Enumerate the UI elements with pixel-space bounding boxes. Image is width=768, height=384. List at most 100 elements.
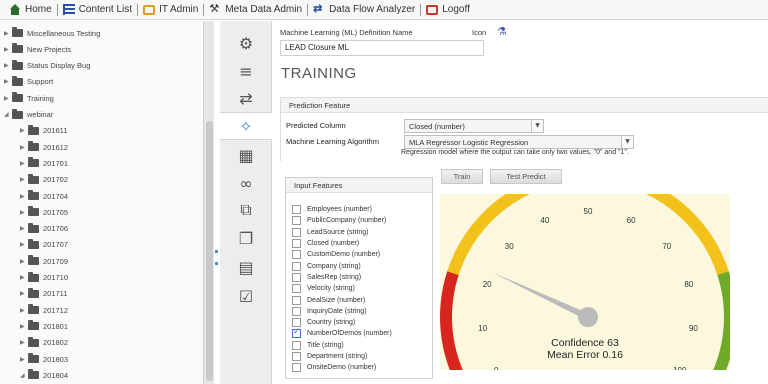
hierarchy-icon[interactable]: ⧉ <box>220 196 272 224</box>
settings-gears-icon[interactable]: ⚙ <box>220 29 272 57</box>
list-settings-icon[interactable]: ≡ <box>220 57 272 85</box>
tree-item[interactable]: ▶ 201711 <box>20 287 67 301</box>
collapsed-triangle-icon[interactable]: ▶ <box>20 290 28 297</box>
collapsed-triangle-icon[interactable]: ▶ <box>20 225 28 232</box>
flask-icon[interactable]: ⚗ <box>497 25 507 38</box>
collapsed-triangle-icon[interactable]: ▶ <box>20 307 28 314</box>
collapsed-triangle-icon[interactable]: ▶ <box>20 258 28 265</box>
tree-item[interactable]: ▶ New Projects <box>4 42 71 56</box>
feature-checkbox[interactable] <box>292 352 301 361</box>
tree-item[interactable]: ▶ 201612 <box>20 140 68 154</box>
input-feature-item[interactable]: Closed (number) <box>292 238 432 249</box>
input-feature-item[interactable]: CustomDemo (number) <box>292 249 432 260</box>
feature-checkbox[interactable] <box>292 363 301 373</box>
collapsed-triangle-icon[interactable]: ▶ <box>20 323 28 330</box>
transfer-arrows-icon[interactable]: ⇄ <box>220 84 272 112</box>
input-feature-item[interactable]: Employees (number) <box>292 204 432 215</box>
feature-checkbox[interactable] <box>292 216 301 226</box>
feature-checkbox[interactable] <box>292 318 301 328</box>
collapsed-triangle-icon[interactable]: ▶ <box>4 95 12 102</box>
input-feature-item[interactable]: PublicCompany (number) <box>292 215 432 226</box>
tree-item[interactable]: ▶ Training <box>4 91 54 105</box>
tree-item[interactable]: ▶ 201701 <box>20 156 68 170</box>
ml-algorithm-select[interactable]: MLA Regressor Logistic Regression ▼ <box>404 135 634 149</box>
test-predict-button[interactable]: Test Predict <box>490 169 562 184</box>
document-edit-icon[interactable]: ▤ <box>220 253 272 281</box>
link-icon[interactable]: ∞ <box>220 169 272 197</box>
expanded-triangle-icon[interactable]: ◢ <box>20 372 28 379</box>
collapsed-triangle-icon[interactable]: ▶ <box>20 356 28 363</box>
copy-icon[interactable]: ❐ <box>220 224 272 252</box>
input-feature-item[interactable]: OnsiteDemo (number) <box>292 362 432 373</box>
predicted-column-select[interactable]: Closed (number) ▼ <box>404 119 544 133</box>
input-feature-item[interactable]: Company (string) <box>292 260 432 271</box>
feature-checkbox[interactable] <box>292 250 301 260</box>
tree-item[interactable]: ▶ 201803 <box>20 352 68 366</box>
collapsed-triangle-icon[interactable]: ▶ <box>20 144 28 151</box>
nav-home[interactable]: Home <box>4 0 57 20</box>
input-feature-item[interactable]: InquiryDate (string) <box>292 306 432 317</box>
input-feature-item[interactable]: DealSize (number) <box>292 294 432 305</box>
collapsed-triangle-icon[interactable]: ▶ <box>20 241 28 248</box>
feature-checkbox[interactable] <box>292 261 301 271</box>
collapsed-triangle-icon[interactable]: ▶ <box>20 274 28 281</box>
collapsed-triangle-icon[interactable]: ▶ <box>20 176 28 183</box>
tree-item[interactable]: ▶ 201802 <box>20 336 68 350</box>
tree-item[interactable]: ▶ 201611 <box>20 124 67 138</box>
feature-checkbox[interactable] <box>292 306 301 316</box>
input-feature-item[interactable]: Department (string) <box>292 351 432 362</box>
magic-wand-icon[interactable]: ✧ <box>220 112 272 140</box>
tree-item[interactable]: ▶ 201707 <box>20 238 68 252</box>
definition-name-input[interactable]: LEAD Closure ML <box>280 40 484 56</box>
collapsed-triangle-icon[interactable]: ▶ <box>4 78 12 85</box>
nav-logoff[interactable]: Logoff <box>421 0 475 20</box>
collapsed-triangle-icon[interactable]: ▶ <box>4 30 12 37</box>
feature-checkbox[interactable] <box>292 327 301 339</box>
feature-checkbox[interactable] <box>292 295 301 305</box>
tree-item[interactable]: ▶ Miscellaneous Testing <box>4 26 100 40</box>
nav-meta-data-admin[interactable]: ⚒ Meta Data Admin <box>204 0 307 20</box>
tree-item[interactable]: ▶ 201704 <box>20 189 68 203</box>
tree-item[interactable]: ▶ 201706 <box>20 222 68 236</box>
splitter-handle[interactable] <box>215 250 218 253</box>
calendar-icon[interactable]: ▦ <box>220 141 272 169</box>
collapsed-triangle-icon[interactable]: ▶ <box>20 160 28 167</box>
collapsed-triangle-icon[interactable]: ▶ <box>20 193 28 200</box>
collapsed-triangle-icon[interactable]: ▶ <box>20 339 28 346</box>
nav-content-list[interactable]: Content List <box>58 0 137 20</box>
collapsed-triangle-icon[interactable]: ▶ <box>20 209 28 216</box>
tree-item[interactable]: ▶ 201709 <box>20 254 68 268</box>
input-feature-item[interactable]: LeadSource (string) <box>292 227 432 238</box>
input-feature-item[interactable]: Country (string) <box>292 317 432 328</box>
tree-item[interactable]: ▶ 201705 <box>20 205 68 219</box>
feature-checkbox[interactable] <box>292 340 301 350</box>
tree-item[interactable]: ▶ 201702 <box>20 173 68 187</box>
tree-scrollbar-thumb[interactable] <box>206 121 213 381</box>
input-feature-item[interactable]: Title (string) <box>292 340 432 351</box>
expanded-triangle-icon[interactable]: ◢ <box>4 111 12 118</box>
tree-scrollbar[interactable] <box>203 21 214 384</box>
feature-checkbox[interactable] <box>292 239 301 249</box>
input-feature-item[interactable]: Velocity (string) <box>292 283 432 294</box>
feature-checkbox[interactable] <box>292 205 301 215</box>
collapsed-triangle-icon[interactable]: ▶ <box>20 127 28 134</box>
tree-item[interactable]: ▶ Status Display Bug <box>4 59 90 73</box>
nav-data-flow-analyzer[interactable]: ⇄ Data Flow Analyzer <box>308 0 420 20</box>
input-feature-item[interactable]: SalesRep (string) <box>292 272 432 283</box>
input-feature-item[interactable]: NumberOfDemos (number) <box>292 327 432 339</box>
train-button[interactable]: Train <box>441 169 483 184</box>
feature-checkbox[interactable] <box>292 284 301 294</box>
tree-item[interactable]: ◢ webinar <box>4 108 53 122</box>
feature-checkbox[interactable] <box>292 272 301 282</box>
nav-it-admin[interactable]: IT Admin <box>138 0 203 20</box>
tree-item[interactable]: ▶ 201712 <box>20 303 68 317</box>
tree-item[interactable]: ▶ 201801 <box>20 319 68 333</box>
tree-item[interactable]: ▶ 201710 <box>20 271 68 285</box>
feature-checkbox[interactable] <box>292 227 301 237</box>
collapsed-triangle-icon[interactable]: ▶ <box>4 46 12 53</box>
collapsed-triangle-icon[interactable]: ▶ <box>4 62 12 69</box>
tree-item[interactable]: ▶ Support <box>4 75 53 89</box>
checklist-icon[interactable]: ☑ <box>220 282 272 310</box>
tree-item[interactable]: ◢ 201804 <box>20 368 68 382</box>
splitter-handle[interactable] <box>215 262 218 265</box>
